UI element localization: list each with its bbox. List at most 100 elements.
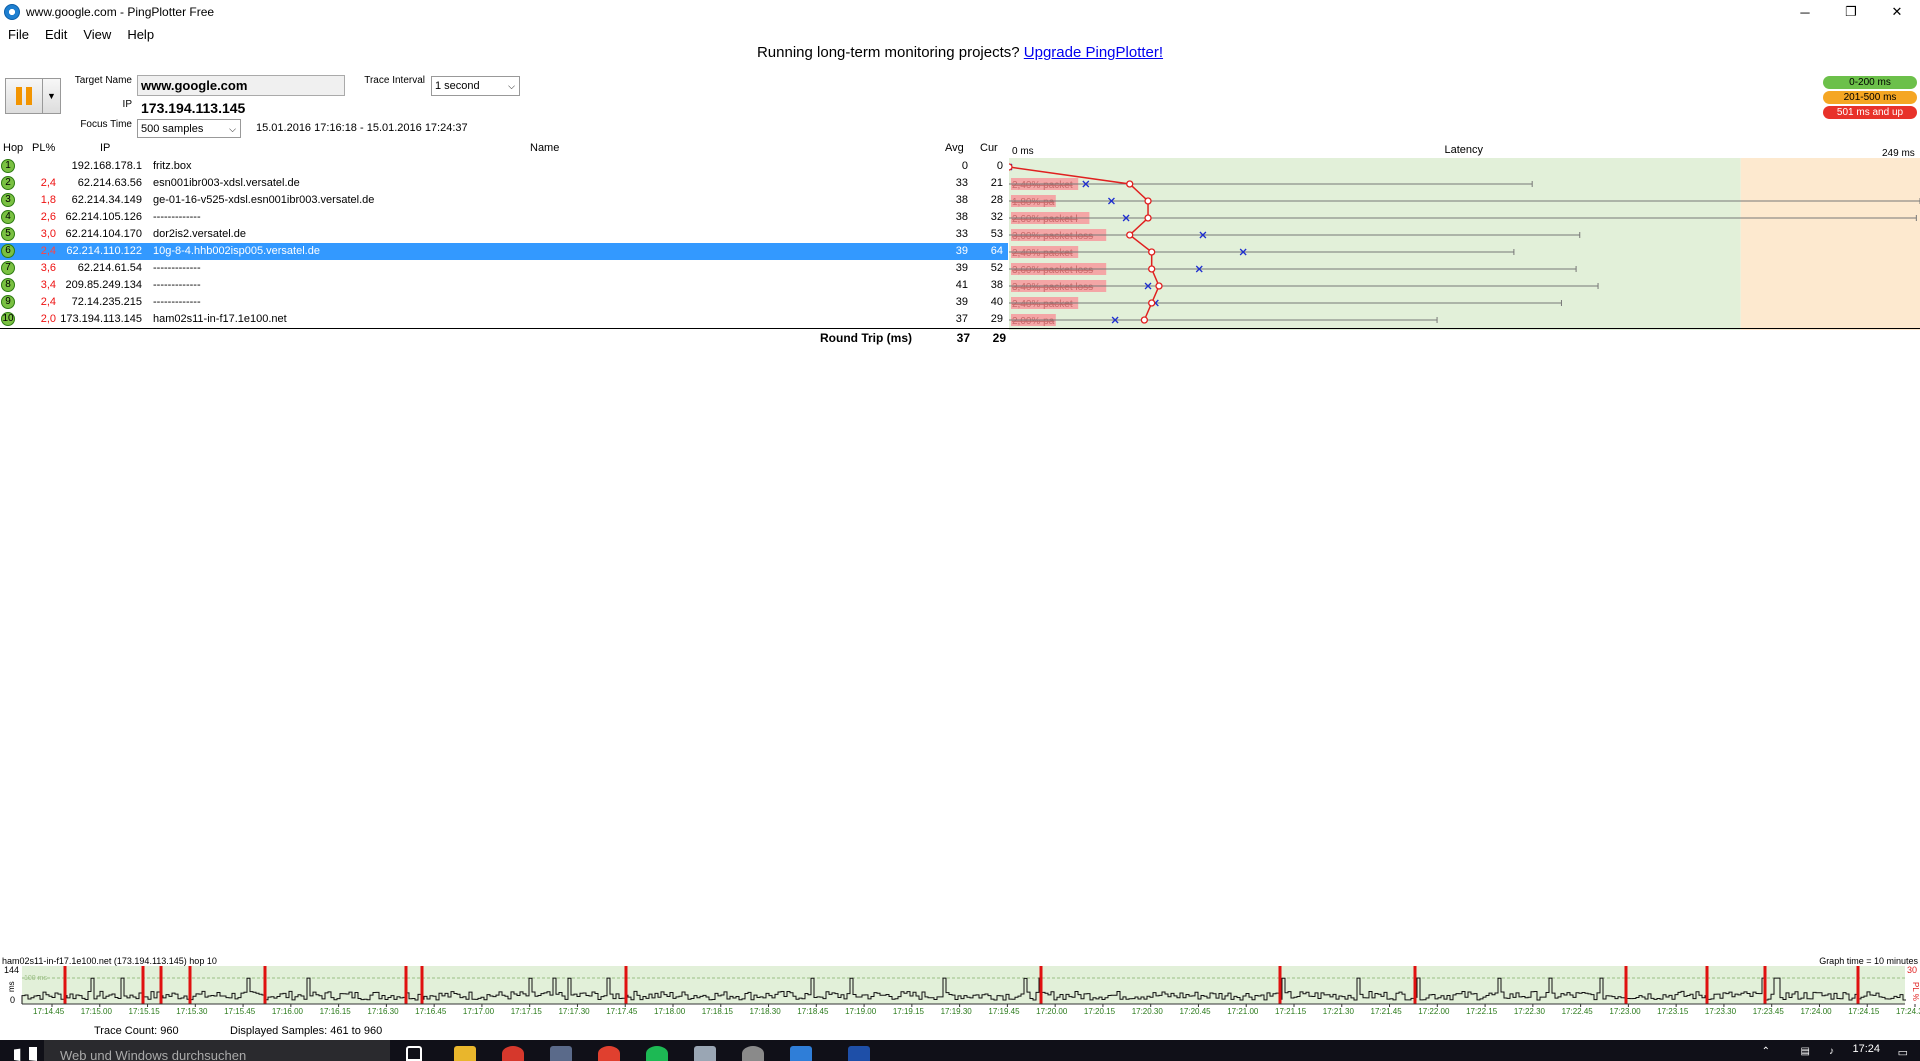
hop-cur: 38 — [990, 279, 1003, 291]
menu-edit[interactable]: Edit — [37, 27, 75, 42]
settings-app-icon[interactable] — [742, 1046, 764, 1061]
tray-chevron-icon[interactable]: ⌃ — [1762, 1046, 1770, 1057]
hop-number-badge: 1 — [1, 159, 15, 173]
hop-row[interactable]: 4 2,6 62.214.105.126 ------------- 38 32 — [0, 209, 1008, 226]
hop-row[interactable]: 9 2,4 72.14.235.215 ------------- 39 40 — [0, 294, 1008, 311]
minimize-button[interactable]: ─ — [1782, 0, 1828, 24]
avg-latency-point — [1148, 248, 1156, 256]
hop-number-badge: 6 — [1, 244, 15, 258]
col-pl[interactable]: PL% — [32, 142, 55, 158]
app-icon[interactable] — [550, 1046, 572, 1061]
hop-ip: 62.214.61.54 — [77, 262, 142, 274]
hop-row[interactable]: 1 192.168.178.1 fritz.box 0 0 — [0, 158, 1008, 175]
avg-latency-point — [1148, 299, 1156, 307]
col-ip[interactable]: IP — [100, 142, 110, 158]
timeline-tick-label: 17:21.15 — [1275, 1007, 1307, 1016]
timeline-tick-label: 17:17.30 — [558, 1007, 590, 1016]
packet-loss-label: 3,60% packet loss — [1012, 265, 1093, 276]
timeline-tick-label: 17:18.00 — [654, 1007, 686, 1016]
hop-row[interactable]: 8 3,4 209.85.249.134 ------------- 41 38 — [0, 277, 1008, 294]
hop-cur: 52 — [990, 262, 1003, 274]
timeline-graph[interactable]: 144 0 ms 100 ms 30 PL % 17:14.45 17:15.00 17:15.… — [0, 964, 1920, 1022]
app-icon-2[interactable] — [848, 1046, 870, 1061]
latency-max-label: 249 ms — [1882, 148, 1915, 159]
taskbar-search-input[interactable]: Web und Windows durchsuchen — [44, 1040, 390, 1061]
hop-ip: 62.214.105.126 — [65, 211, 142, 223]
displayed-samples: Displayed Samples: 461 to 960 — [230, 1025, 383, 1037]
file-explorer-icon[interactable] — [454, 1046, 476, 1061]
hop-row[interactable]: 3 1,8 62.214.34.149 ge-01-16-v525-xdsl.esn0… — [0, 192, 1008, 209]
focus-time-value: 500 samples — [141, 123, 204, 135]
restore-button[interactable]: ❐ — [1828, 0, 1874, 24]
hop-packet-loss: 2,4 — [40, 177, 56, 189]
packet-loss-label: 3,00% packet loss — [1012, 231, 1093, 242]
timeline-tick-label: 17:20.15 — [1084, 1007, 1116, 1016]
col-name[interactable]: Name — [530, 142, 559, 158]
chrome-icon-2[interactable] — [598, 1046, 620, 1061]
round-trip-avg: 37 — [956, 331, 970, 345]
chrome-icon[interactable] — [502, 1046, 524, 1061]
focus-time-range: 15.01.2016 17:16:18 - 15.01.2016 17:24:3… — [256, 122, 468, 134]
pingplotter-taskbar-icon[interactable] — [790, 1046, 812, 1061]
col-cur[interactable]: Cur — [980, 142, 998, 158]
hop-packet-loss: 2,0 — [40, 313, 56, 325]
legend-green: 0-200 ms — [1823, 76, 1917, 89]
hop-number-badge: 2 — [1, 176, 15, 190]
col-avg[interactable]: Avg — [945, 142, 964, 158]
timeline-y-unit: ms — [7, 981, 16, 992]
hop-avg: 39 — [955, 262, 968, 274]
hop-row[interactable]: 7 3,6 62.214.61.54 ------------- 39 52 — [0, 260, 1008, 277]
hop-number-badge: 7 — [1, 261, 15, 275]
timeline-tick-label: 17:24.15 — [1848, 1007, 1880, 1016]
notifications-icon[interactable]: ▭ — [1898, 1046, 1908, 1059]
taskbar-clock[interactable]: 17:24 — [1852, 1043, 1880, 1055]
volume-icon[interactable]: ♪ — [1829, 1046, 1834, 1057]
hop-ip: 62.214.110.122 — [66, 245, 142, 257]
hop-ip: 173.194.113.145 — [60, 313, 142, 325]
hop-row[interactable]: 2 2,4 62.214.63.56 esn001ibr003-xdsl.versat… — [0, 175, 1008, 192]
focus-time-select[interactable]: 500 samples ⌵ — [137, 119, 241, 138]
target-name-input[interactable]: www.google.com — [137, 75, 345, 96]
packet-loss-label: 3,40% packet loss — [1012, 282, 1093, 293]
packet-loss-label: 2,40% packet — [1012, 180, 1073, 191]
timeline-tick-label: 17:24.30 — [1896, 1007, 1920, 1016]
promo-banner: Running long-term monitoring projects? U… — [0, 44, 1920, 64]
timeline-y-zero: 0 — [10, 995, 15, 1005]
menu-view[interactable]: View — [75, 27, 119, 42]
timeline-tick-label: 17:19.30 — [941, 1007, 973, 1016]
timeline-tick-label: 17:22.45 — [1562, 1007, 1594, 1016]
hop-name: ------------- — [153, 262, 201, 274]
timeline-tick-label: 17:14.45 — [33, 1007, 65, 1016]
trace-interval-label: Trace Interval — [364, 75, 425, 86]
pause-button[interactable] — [5, 78, 43, 114]
ip-value: 173.194.113.145 — [141, 100, 246, 116]
timeline-tick-label: 17:18.30 — [750, 1007, 782, 1016]
close-button[interactable]: ✕ — [1874, 0, 1920, 24]
hop-avg: 39 — [955, 245, 968, 257]
menu-file[interactable]: File — [0, 27, 37, 42]
latency-band-orange — [1740, 158, 1920, 330]
col-hop[interactable]: Hop — [3, 142, 23, 158]
hop-packet-loss: 2,4 — [40, 296, 56, 308]
task-view-icon[interactable] — [406, 1046, 422, 1061]
windows-start-icon[interactable] — [14, 1048, 21, 1061]
table-divider — [0, 328, 1920, 329]
network-icon[interactable]: ▤ — [1801, 1046, 1810, 1057]
timeline-tick-label: 17:21.30 — [1323, 1007, 1355, 1016]
hop-row[interactable]: 5 3,0 62.214.104.170 dor2is2.versatel.de 33 5… — [0, 226, 1008, 243]
packet-loss-label: 1,80% pa — [1012, 197, 1055, 208]
timeline-tick-label: 17:21.00 — [1227, 1007, 1259, 1016]
hop-packet-loss: 1,8 — [40, 194, 56, 206]
round-trip-cur: 29 — [992, 331, 1006, 345]
hop-number-badge: 10 — [1, 312, 15, 326]
menu-help[interactable]: Help — [119, 27, 162, 42]
upgrade-link[interactable]: Upgrade PingPlotter! — [1024, 44, 1163, 61]
spotify-icon[interactable] — [646, 1046, 668, 1061]
hop-row[interactable]: 6 2,4 62.214.110.122 10g-8-4.hhb002isp005.v… — [0, 243, 1008, 260]
packet-loss-label: 2,40% packet — [1012, 299, 1073, 310]
timeline-tick-label: 17:19.15 — [893, 1007, 925, 1016]
trace-interval-select[interactable]: 1 second ⌵ — [431, 76, 520, 96]
folder-app-icon[interactable] — [694, 1046, 716, 1061]
pause-dropdown-button[interactable]: ▼ — [43, 78, 61, 114]
hop-row[interactable]: 10 2,0 173.194.113.145 ham02s11-in-f17.1e10… — [0, 311, 1008, 328]
